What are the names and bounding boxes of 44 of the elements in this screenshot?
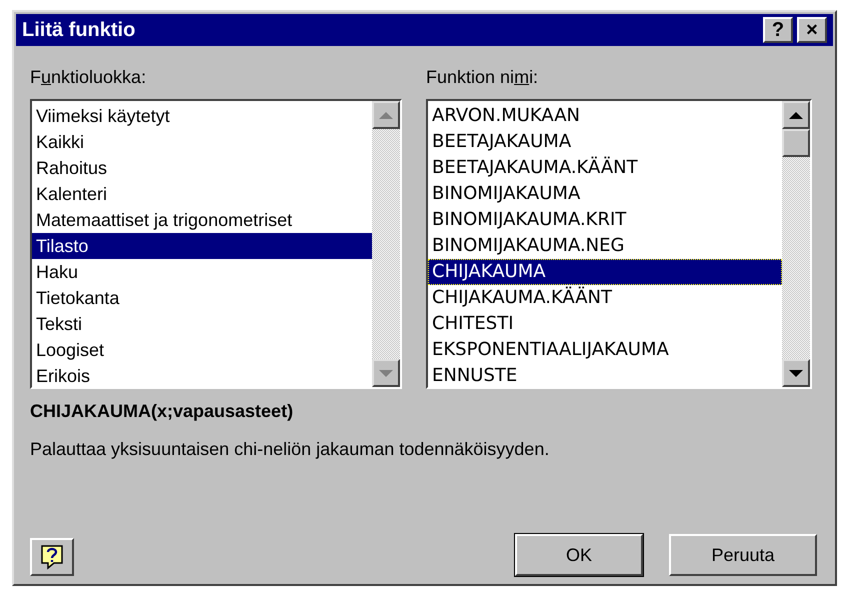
list-item[interactable]: Tietokanta bbox=[32, 285, 372, 311]
function-description: Palauttaa yksisuuntaisen chi-neliön jakauman todennäköisyyden. bbox=[29, 438, 550, 461]
help-button[interactable]: ? bbox=[763, 17, 793, 43]
up-arrow-icon bbox=[789, 112, 803, 118]
list-item[interactable]: Erikois bbox=[32, 363, 372, 389]
list-item[interactable]: Kaikki bbox=[32, 129, 372, 155]
list-item[interactable]: Kalenteri bbox=[32, 181, 372, 207]
help-button[interactable] bbox=[30, 538, 74, 576]
list-item[interactable]: CHIJAKAUMA bbox=[428, 259, 782, 285]
list-item[interactable]: Haku bbox=[32, 259, 372, 285]
scrollbar[interactable] bbox=[372, 101, 400, 387]
list-item[interactable]: Teksti bbox=[32, 311, 372, 337]
list-item[interactable]: Tilasto bbox=[32, 233, 372, 259]
down-arrow-icon bbox=[379, 370, 393, 376]
list-label: Funktioluokka: bbox=[30, 66, 148, 88]
list-label: Funktion nimi: bbox=[426, 66, 540, 88]
function-signature: CHIJAKAUMA(x;vapausasteet) bbox=[29, 400, 294, 423]
list-item[interactable]: BEETAJAKAUMA.KÄÄNT bbox=[428, 155, 782, 181]
list-item[interactable]: BEETAJAKAUMA bbox=[428, 129, 782, 155]
cancel-button[interactable]: Peruuta bbox=[669, 534, 817, 576]
close-button[interactable]: × bbox=[797, 17, 827, 43]
down-arrow-icon bbox=[789, 370, 803, 376]
list-item[interactable]: BINOMIJAKAUMA.KRIT bbox=[428, 207, 782, 233]
list-item[interactable]: CHIJAKAUMA.KÄÄNT bbox=[428, 285, 782, 311]
list-item[interactable]: BINOMIJAKAUMA.NEG bbox=[428, 233, 782, 259]
help-icon bbox=[40, 544, 64, 570]
scroll-up-button[interactable] bbox=[782, 101, 810, 129]
scroll-thumb[interactable] bbox=[782, 129, 810, 157]
list-item[interactable]: Matemaattiset ja trigonometriset bbox=[32, 207, 372, 233]
list-item[interactable]: CHITESTI bbox=[428, 311, 782, 337]
scroll-down-button[interactable] bbox=[372, 359, 400, 387]
ok-button[interactable]: OK bbox=[515, 534, 643, 576]
list-item[interactable]: EKSPONENTIAALIJAKAUMA bbox=[428, 337, 782, 363]
list-item[interactable]: Rahoitus bbox=[32, 155, 372, 181]
up-arrow-icon bbox=[379, 112, 393, 118]
list-item[interactable]: Loogiset bbox=[32, 337, 372, 363]
list-item[interactable]: Viimeksi käytetyt bbox=[32, 103, 372, 129]
scrollbar[interactable] bbox=[782, 101, 810, 387]
window-title: Liitä funktio bbox=[22, 18, 136, 43]
list-item[interactable]: BINOMIJAKAUMA bbox=[428, 181, 782, 207]
scroll-down-button[interactable] bbox=[782, 359, 810, 387]
list-item[interactable]: ARVON.MUKAAN bbox=[428, 103, 782, 129]
scroll-up-button[interactable] bbox=[372, 101, 400, 129]
list-item[interactable]: ENNUSTE bbox=[428, 363, 782, 389]
